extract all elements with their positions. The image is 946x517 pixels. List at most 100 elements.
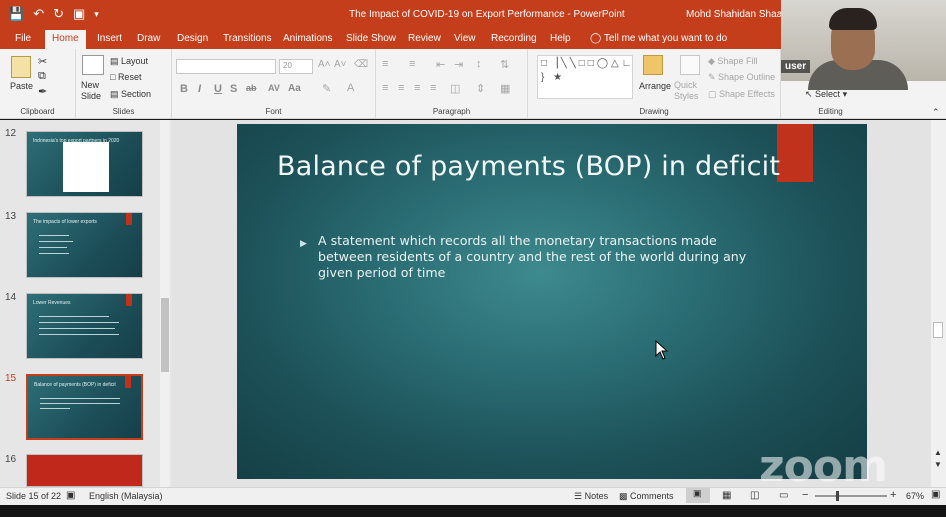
bold-button[interactable]: B [180, 83, 188, 95]
font-name-combo[interactable] [176, 59, 276, 74]
text-direction-icon[interactable]: ⇅ [500, 58, 509, 71]
increase-indent-icon[interactable]: ⇥ [454, 58, 463, 71]
zoom-in-icon[interactable]: + [890, 489, 896, 501]
char-spacing-button[interactable]: AV [268, 83, 280, 93]
slide-scrollbar-thumb[interactable] [933, 322, 943, 338]
format-painter-icon[interactable]: ✒ [38, 85, 47, 98]
language-indicator[interactable]: English (Malaysia) [89, 491, 163, 501]
tell-me-box[interactable]: ◯ Tell me what you want to do [590, 33, 727, 44]
account-name[interactable]: Mohd Shahidan Shaari [686, 9, 788, 20]
slide-bullet-text[interactable]: A statement which records all the moneta… [318, 233, 758, 281]
change-case-button[interactable]: Aa [288, 83, 301, 94]
reading-view-icon[interactable]: ◫ [750, 490, 759, 501]
shape-fill-button[interactable]: ◆ Shape Fill [708, 56, 757, 67]
tab-insert[interactable]: Insert [97, 33, 122, 44]
tab-view[interactable]: View [454, 33, 476, 44]
fit-slide-icon[interactable]: ▣ [931, 489, 940, 500]
slide-thumbnail-12[interactable]: Indonesia's top export partners in 2020 [26, 131, 143, 197]
italic-button[interactable]: I [198, 83, 201, 95]
zoom-slider-knob[interactable] [836, 491, 839, 501]
font-color-icon[interactable]: A [347, 82, 354, 94]
slide-scrollbar[interactable] [931, 120, 946, 487]
highlight-icon[interactable]: ✎ [322, 82, 331, 95]
slide-sorter-icon[interactable]: ▦ [722, 490, 731, 501]
slideshow-view-icon[interactable]: ▭ [779, 490, 788, 501]
align-left-icon[interactable]: ≡ [382, 82, 388, 94]
strikethrough-button[interactable]: ab [246, 83, 257, 93]
tab-design[interactable]: Design [177, 33, 208, 44]
clipboard-group: Paste ✂ ⧉ ✒ Clipboard [0, 49, 76, 119]
slide-counter[interactable]: Slide 15 of 22 [6, 491, 61, 501]
customize-icon[interactable]: ▾ [94, 7, 99, 21]
paste-icon[interactable] [11, 56, 31, 78]
slide-thumbnail-16[interactable] [26, 454, 143, 487]
reset-button[interactable]: □ Reset [110, 72, 141, 82]
quick-styles-button[interactable]: Quick Styles [674, 80, 699, 102]
notes-button[interactable]: ☰ Notes [574, 491, 608, 502]
align-center-icon[interactable]: ≡ [398, 82, 404, 94]
slide-title[interactable]: Balance of payments (BOP) in deficit [277, 151, 780, 182]
notes-icon: ☰ [574, 491, 585, 501]
slide-thumbnail-13[interactable]: The impacts of lower exports [26, 212, 143, 278]
decrease-font-icon[interactable]: A˅ [334, 59, 347, 70]
zoom-level[interactable]: 67% [906, 491, 924, 501]
clear-format-icon[interactable]: ⌫ [354, 59, 368, 70]
zoom-out-icon[interactable]: − [802, 489, 808, 501]
previous-slide-icon[interactable]: ▲ [934, 448, 942, 457]
thumbnails-scrollbar-thumb[interactable] [161, 298, 169, 372]
shapes-gallery[interactable]: □▕╲╲□□◯△∟□↻▷◯△↦↘↻{ } ★ [537, 55, 633, 99]
decrease-indent-icon[interactable]: ⇤ [436, 58, 445, 71]
align-text-icon[interactable]: ⇕ [476, 82, 485, 95]
arrange-button[interactable]: Arrange [639, 81, 671, 91]
slide-thumbnail-15[interactable]: Balance of payments (BOP) in deficit [26, 374, 143, 440]
comments-button[interactable]: ▩ Comments [619, 491, 674, 502]
bullets-icon[interactable]: ≡ [382, 58, 388, 70]
shape-effects-button[interactable]: ▢ Shape Effects [708, 89, 775, 100]
tab-animations[interactable]: Animations [283, 33, 332, 44]
copy-icon[interactable]: ⧉ [38, 70, 46, 83]
smartart-icon[interactable]: ▦ [500, 82, 510, 95]
undo-icon[interactable]: ↶ [33, 7, 44, 21]
paste-button[interactable]: Paste [10, 81, 33, 91]
select-button[interactable]: ↖ Select ▾ [805, 89, 847, 100]
slide-thumbnail-14[interactable]: Lower Revenues [26, 293, 143, 359]
tab-draw[interactable]: Draw [137, 33, 160, 44]
section-icon: ▤ [110, 89, 122, 99]
tab-recording[interactable]: Recording [491, 33, 537, 44]
increase-font-icon[interactable]: A˄ [318, 59, 331, 70]
new-slide-button[interactable]: New Slide [81, 80, 101, 102]
shadow-button[interactable]: S [230, 83, 237, 95]
arrange-icon[interactable] [643, 55, 663, 75]
numbering-icon[interactable]: ≡ [409, 58, 415, 70]
quick-styles-icon[interactable] [680, 55, 700, 75]
underline-button[interactable]: U [214, 83, 222, 95]
align-right-icon[interactable]: ≡ [414, 82, 420, 94]
pen-icon: ✎ [708, 72, 719, 82]
drawing-group: □▕╲╲□□◯△∟□↻▷◯△↦↘↻{ } ★ Arrange Quick Sty… [528, 49, 781, 119]
columns-icon[interactable]: ◫ [450, 82, 460, 95]
tab-review[interactable]: Review [408, 33, 441, 44]
tab-file[interactable]: File [15, 33, 31, 44]
select-label: Select [815, 89, 841, 99]
zoom-slider[interactable] [815, 495, 887, 497]
present-icon[interactable]: ▣ [73, 7, 85, 21]
tab-slide-show[interactable]: Slide Show [346, 33, 396, 44]
spelling-icon[interactable]: ▣ [66, 490, 75, 501]
section-label: Section [121, 89, 152, 99]
section-button[interactable]: ▤ Section [110, 89, 151, 100]
font-size-combo[interactable]: 20 [279, 59, 313, 74]
save-icon[interactable]: 💾 [8, 7, 24, 21]
tab-help[interactable]: Help [550, 33, 571, 44]
tab-home[interactable]: Home [45, 30, 86, 49]
redo-icon[interactable]: ↻ [53, 7, 64, 21]
normal-view-button[interactable]: ▣ [686, 488, 710, 503]
new-slide-icon[interactable] [82, 55, 104, 75]
cut-icon[interactable]: ✂ [38, 55, 47, 68]
shape-outline-button[interactable]: ✎ Shape Outline [708, 72, 775, 83]
collapse-ribbon-icon[interactable]: ⌃ [932, 107, 940, 118]
justify-icon[interactable]: ≡ [430, 82, 436, 94]
layout-button[interactable]: ▤ Layout [110, 56, 148, 67]
line-spacing-icon[interactable]: ↕ [476, 58, 482, 70]
next-slide-icon[interactable]: ▼ [934, 460, 942, 469]
tab-transitions[interactable]: Transitions [223, 33, 272, 44]
